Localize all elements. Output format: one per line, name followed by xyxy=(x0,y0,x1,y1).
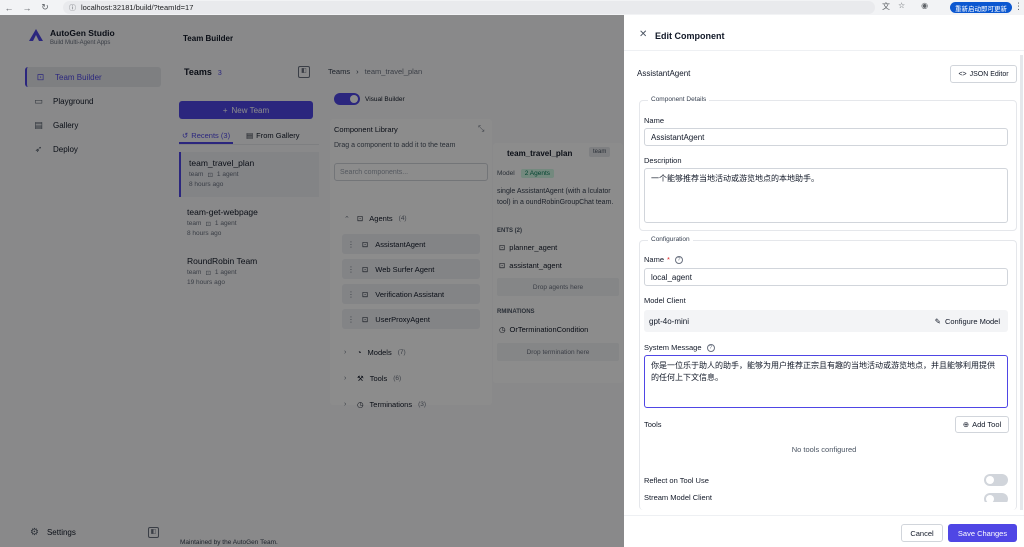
add-tool-button[interactable]: ⊕ Add Tool xyxy=(955,416,1009,433)
reflect-label: Reflect on Tool Use xyxy=(644,475,709,485)
modal-overlay[interactable] xyxy=(0,15,624,547)
tools-label-text: Tools xyxy=(644,420,662,429)
stream-toggle[interactable] xyxy=(984,493,1008,502)
browser-menu-icon[interactable]: ⋮ xyxy=(1014,1,1023,12)
required-mark: * xyxy=(667,255,670,264)
model-client-row: gpt-4o-mini ✎ Configure Model xyxy=(644,310,1008,332)
address-text: localhost:32181/build/?teamId=17 xyxy=(81,3,194,12)
forward-icon[interactable]: → xyxy=(20,3,34,13)
json-editor-button[interactable]: <> JSON Editor xyxy=(950,65,1017,83)
model-client-label: Model Client xyxy=(644,296,686,305)
restart-update-button[interactable]: 重新启动即可更新 xyxy=(950,2,1012,13)
system-message-label-text: System Message xyxy=(644,343,702,352)
browser-toolbar: ← → ↻ ⓘ localhost:32181/build/?teamId=17… xyxy=(0,0,1024,15)
code-icon: <> xyxy=(958,70,967,78)
site-info-icon[interactable]: ⓘ xyxy=(69,3,76,13)
description-label-text: Description xyxy=(644,156,682,165)
add-tool-label: Add Tool xyxy=(972,420,1002,429)
close-icon[interactable]: ✕ xyxy=(639,29,647,40)
back-icon[interactable]: ← xyxy=(2,3,16,13)
no-tools-message: No tools configured xyxy=(791,445,857,454)
config-name-label-text: Name xyxy=(644,255,665,264)
help-icon[interactable]: ? xyxy=(706,343,715,352)
drawer-scrollbar[interactable] xyxy=(1020,55,1023,510)
reload-icon[interactable]: ↻ xyxy=(38,2,52,13)
description-textarea[interactable]: 一个能够推荐当地活动或游览地点的本地助手。 xyxy=(644,168,1008,223)
stream-label: Stream Model Client xyxy=(644,493,712,502)
plus-circle-icon: ⊕ xyxy=(962,420,970,429)
name-label-text: Name xyxy=(644,116,665,125)
save-changes-button[interactable]: Save Changes xyxy=(948,524,1017,542)
name-input[interactable]: AssistantAgent xyxy=(644,128,1008,146)
tools-label: Tools xyxy=(644,420,662,429)
drawer-footer: Cancel Save Changes xyxy=(624,515,1024,547)
configure-model-button[interactable]: ✎ Configure Model xyxy=(935,317,1000,326)
description-label: Description xyxy=(644,156,682,165)
edit-component-drawer: ✕ Edit Component AssistantAgent <> JSON … xyxy=(624,15,1024,547)
drawer-header: ✕ Edit Component xyxy=(624,15,1024,51)
address-bar[interactable]: ⓘ localhost:32181/build/?teamId=17 xyxy=(63,1,875,14)
config-legend: Configuration xyxy=(648,236,693,243)
drawer-title: Edit Component xyxy=(655,31,725,41)
bookmark-star-icon[interactable]: ☆ xyxy=(898,1,905,12)
translate-icon[interactable]: 文 xyxy=(882,1,890,12)
name-label: Name xyxy=(644,116,664,125)
json-editor-label: JSON Editor xyxy=(969,70,1009,78)
model-client-label-text: Model Client xyxy=(644,296,686,305)
details-legend: Component Details xyxy=(648,96,710,103)
component-type: AssistantAgent xyxy=(637,69,691,78)
help-icon[interactable]: ? xyxy=(674,255,683,264)
system-message-label: System Message ? xyxy=(644,343,715,352)
edit-icon: ✎ xyxy=(934,316,941,326)
profile-icon[interactable]: ◉ xyxy=(921,1,928,12)
config-name-input[interactable]: local_agent xyxy=(644,268,1008,286)
stream-row: Stream Model Client xyxy=(644,493,1008,502)
cancel-button[interactable]: Cancel xyxy=(901,524,943,542)
reflect-toggle[interactable] xyxy=(984,474,1008,486)
system-message-textarea[interactable]: 你是一位乐于助人的助手，能够为用户推荐正宗且有趣的当地活动或游览地点，并且能够利… xyxy=(644,355,1008,408)
model-client-value: gpt-4o-mini xyxy=(649,316,690,326)
reflect-row: Reflect on Tool Use xyxy=(644,474,1008,486)
config-name-label: Name * ? xyxy=(644,255,683,264)
configure-model-label: Configure Model xyxy=(944,316,1000,326)
